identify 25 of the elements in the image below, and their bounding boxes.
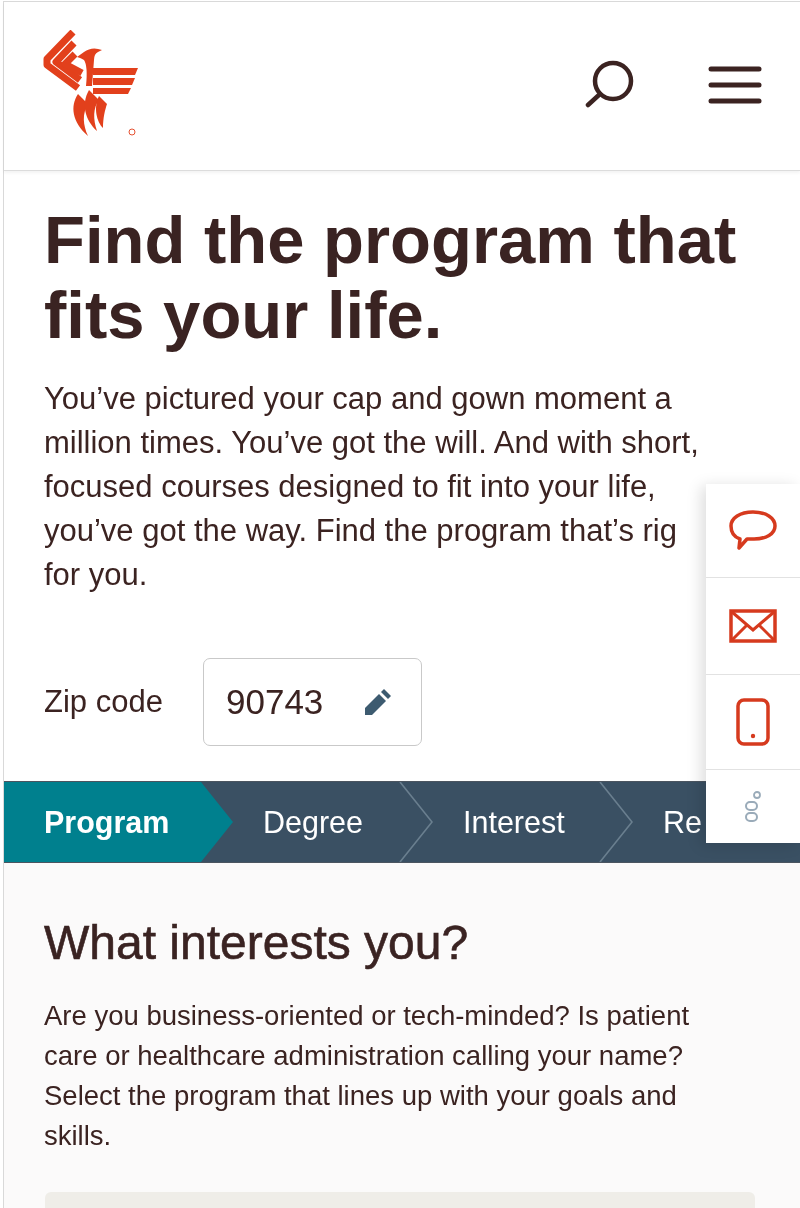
chat-button[interactable] [706,484,800,578]
step-tab[interactable]: Program [4,782,233,862]
menu-icon [708,66,762,104]
page-title: Find the program that fits your life. [44,202,738,352]
chevron-icon [599,782,633,862]
step-tab[interactable]: Degree [233,782,433,862]
bird-logo-icon[interactable] [42,30,138,138]
intro-paragraph: You’ve pictured your cap and gown moment a million times. You’ve got the will. And with short, focused courses designed to fit into your life, you’ve got the way. Find the program that’s rig for you. [44,380,699,594]
section-description: Are you business-oriented or tech-minded? Is patient care or healthcare administration calling your name? Select the program that lines up with your goals and skills. [44,999,691,1153]
chevron-icon [399,782,433,862]
speech-bubble-icon [728,508,778,553]
search-icon [584,60,636,108]
pencil-icon[interactable] [364,688,392,716]
search-button[interactable] [584,60,636,108]
email-button[interactable] [706,578,800,675]
step-tab[interactable]: Interest [433,782,633,862]
envelope-icon [729,609,777,643]
phone-button[interactable] [706,675,800,770]
rings-icon [744,789,762,824]
phone-icon [736,698,770,746]
zip-code-label: Zip code [44,684,164,720]
step-tab[interactable]: Re [633,782,706,862]
section-heading: What interests you? [44,916,469,970]
zip-code-field[interactable]: 90743 [203,658,422,746]
menu-button[interactable] [708,66,762,104]
